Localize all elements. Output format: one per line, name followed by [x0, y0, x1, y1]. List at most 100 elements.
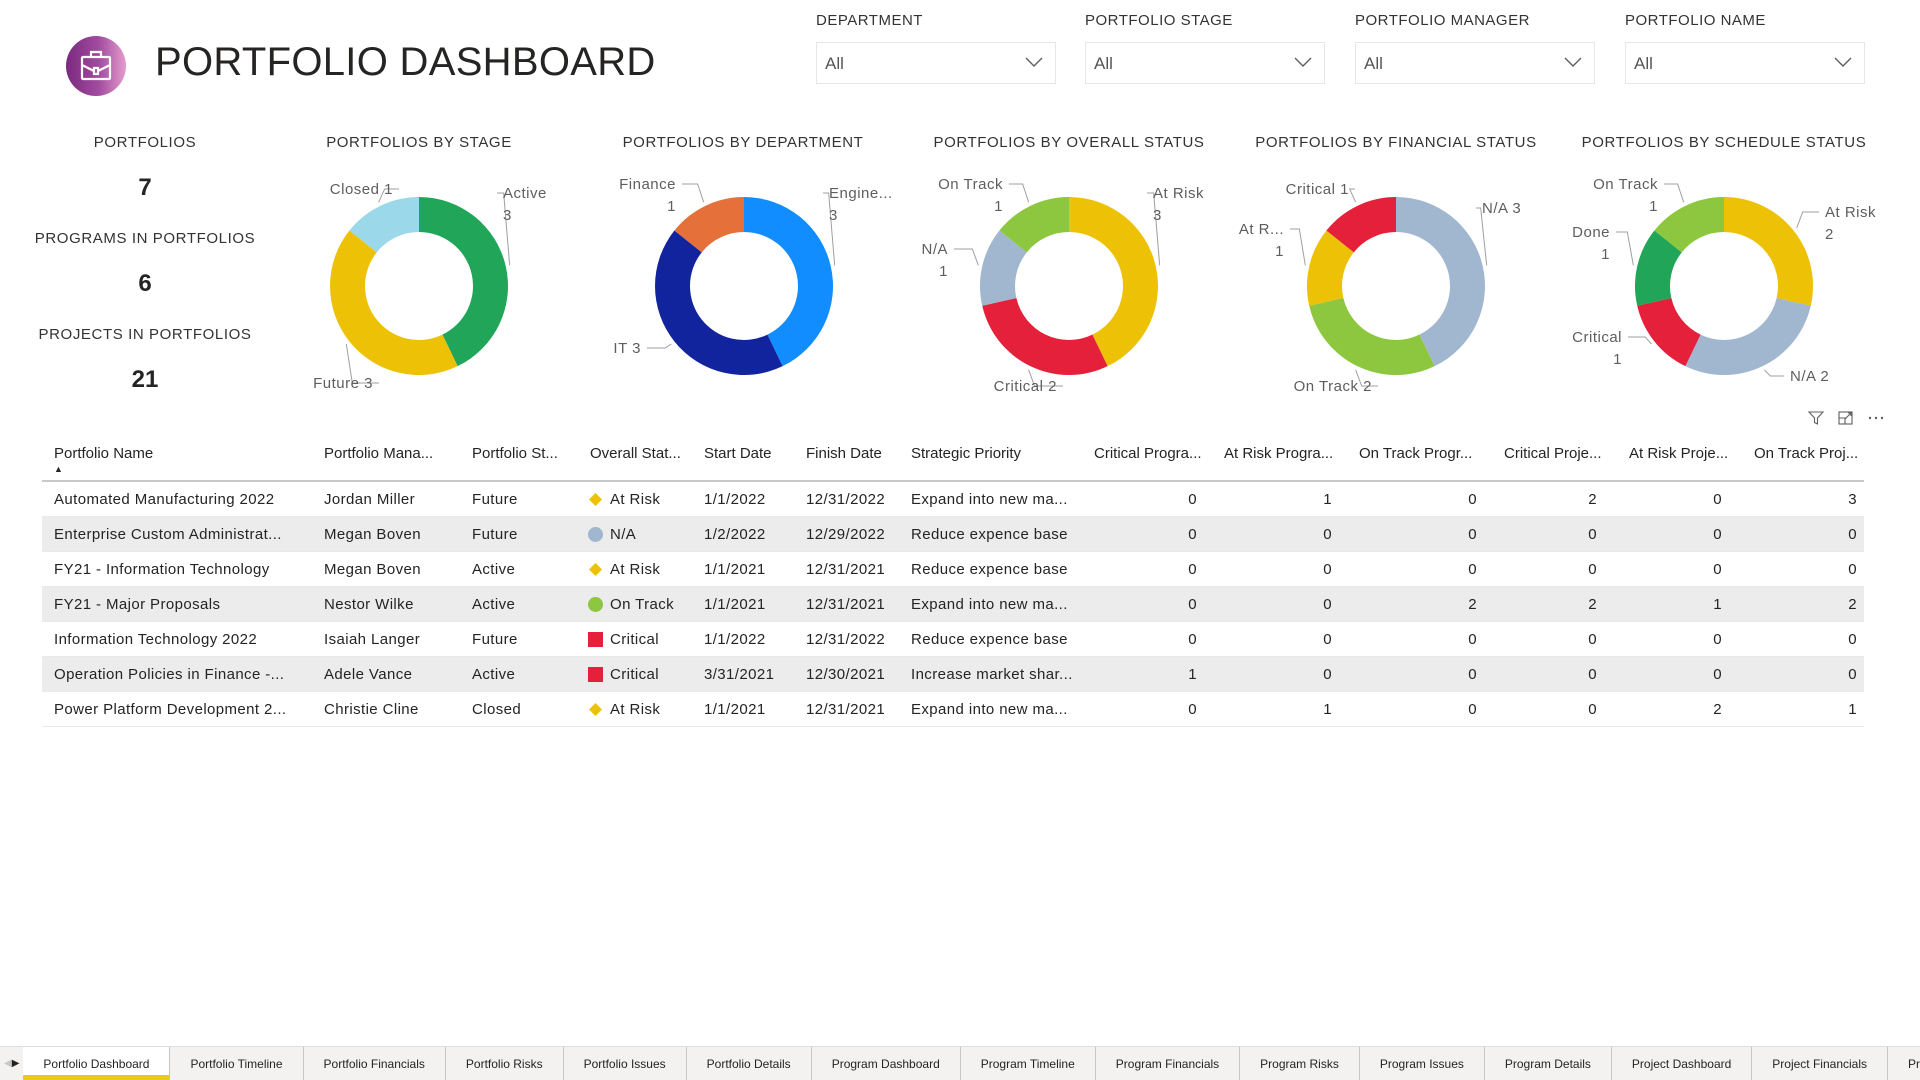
tab-portfolio-dashboard[interactable]: Portfolio Dashboard [23, 1047, 171, 1080]
cell-count: 0 [1323, 666, 1332, 683]
cell-name: Automated Manufacturing 2022 [54, 491, 275, 508]
table-row[interactable]: Power Platform Development 2... Christie … [42, 692, 1864, 727]
cell-count: 0 [1323, 526, 1332, 543]
cell-manager: Jordan Miller [324, 491, 416, 508]
column-header[interactable]: Portfolio St... [472, 445, 558, 462]
portfolio-name-dropdown[interactable]: All [1625, 42, 1865, 84]
cell-count: 0 [1468, 631, 1477, 648]
leader-line [682, 183, 705, 203]
table-row[interactable]: Automated Manufacturing 2022 Jordan Mille… [42, 482, 1864, 517]
cell-count: 0 [1323, 596, 1332, 613]
cell-status: Critical [610, 666, 660, 683]
tab-portfolio-financials[interactable]: Portfolio Financials [304, 1047, 446, 1080]
cell-name: Power Platform Development 2... [54, 701, 287, 718]
data-label: Engine... [829, 185, 893, 202]
column-header[interactable]: Overall Stat... [590, 445, 681, 462]
data-label: Critical 1 [1286, 181, 1349, 198]
data-label: N/A 2 [1790, 368, 1829, 385]
leader-line [1763, 369, 1784, 377]
cell-count: 0 [1188, 701, 1197, 718]
donut-slice-future[interactable] [329, 230, 458, 376]
tab-project-dashboard[interactable]: Project Dashboard [1612, 1047, 1753, 1080]
leader-line [1628, 336, 1652, 345]
column-header[interactable]: On Track Progr... [1359, 445, 1472, 462]
chevron-down-icon [1025, 57, 1043, 67]
tab-program-risks[interactable]: Program Risks [1240, 1047, 1360, 1080]
table-row[interactable]: FY21 - Major Proposals Nestor Wilke Active… [42, 587, 1864, 622]
leader-line [647, 343, 672, 349]
status-circle-icon [588, 527, 603, 542]
tab-portfolio-timeline[interactable]: Portfolio Timeline [170, 1047, 304, 1080]
cell-name: FY21 - Major Proposals [54, 596, 221, 613]
cell-stage: Future [472, 491, 518, 508]
sort-ascending-icon[interactable]: ▲ [54, 464, 63, 474]
cell-start: 3/31/2021 [704, 666, 775, 683]
tab-project-financials[interactable]: Project Financials [1752, 1047, 1889, 1080]
data-label: N/A [921, 241, 948, 258]
column-header[interactable]: Portfolio Mana... [324, 445, 433, 462]
tab-prev-icon[interactable]: ◀ [4, 1058, 12, 1069]
filter-icon[interactable] [1806, 408, 1826, 428]
column-header[interactable]: At Risk Proje... [1629, 445, 1728, 462]
portfolio-manager-dropdown[interactable]: All [1355, 42, 1595, 84]
tab-portfolio-details[interactable]: Portfolio Details [687, 1047, 812, 1080]
data-label: Finance [619, 176, 676, 193]
tab-program-financials[interactable]: Program Financials [1096, 1047, 1241, 1080]
column-header[interactable]: Start Date [704, 445, 772, 462]
donut-slice-n-a[interactable] [1685, 298, 1811, 375]
more-options-icon[interactable] [1866, 408, 1886, 428]
cell-manager: Nestor Wilke [324, 596, 414, 613]
department-dropdown[interactable]: All [816, 42, 1056, 84]
tab-program-dashboard[interactable]: Program Dashboard [812, 1047, 961, 1080]
cell-count: 2 [1588, 491, 1597, 508]
cell-priority: Reduce expence base [911, 526, 1068, 543]
portfolio-stage-dropdown[interactable]: All [1085, 42, 1325, 84]
data-label: 3 [829, 207, 838, 224]
cell-count: 1 [1323, 491, 1332, 508]
table-row[interactable]: Enterprise Custom Administrat... Megan Bo… [42, 517, 1864, 552]
focus-mode-icon[interactable] [1836, 408, 1856, 428]
donut-slice-on-track[interactable] [1309, 298, 1435, 375]
cell-count: 0 [1713, 526, 1722, 543]
column-header[interactable]: At Risk Progra... [1224, 445, 1333, 462]
table-row[interactable]: FY21 - Information Technology Megan Boven… [42, 552, 1864, 587]
table-row[interactable]: Operation Policies in Finance -... Adele … [42, 657, 1864, 692]
column-header[interactable]: Finish Date [806, 445, 882, 462]
tab-next-icon[interactable]: ▶ [12, 1058, 20, 1069]
donut-slice-it[interactable] [655, 230, 783, 375]
column-header[interactable]: Critical Proje... [1504, 445, 1602, 462]
tab-portfolio-risks[interactable]: Portfolio Risks [446, 1047, 564, 1080]
cell-manager: Adele Vance [324, 666, 413, 683]
slicer-label: DEPARTMENT [816, 12, 923, 29]
cell-name: Operation Policies in Finance -... [54, 666, 285, 683]
tab-program-details[interactable]: Program Details [1485, 1047, 1612, 1080]
leader-line [1348, 188, 1357, 203]
table-body: Automated Manufacturing 2022 Jordan Mille… [42, 482, 1864, 727]
data-label: At Risk [1825, 204, 1876, 221]
tab-program-timeline[interactable]: Program Timeline [961, 1047, 1096, 1080]
cell-count: 0 [1588, 561, 1597, 578]
cell-count: 0 [1588, 666, 1597, 683]
cell-status: At Risk [610, 701, 661, 718]
donut-slice-critical[interactable] [982, 298, 1108, 375]
column-header[interactable]: Critical Progra... [1094, 445, 1202, 462]
table-row[interactable]: Information Technology 2022 Isaiah Langer… [42, 622, 1864, 657]
tab-portfolio-issues[interactable]: Portfolio Issues [564, 1047, 687, 1080]
cell-count: 0 [1848, 666, 1857, 683]
data-label: 2 [1825, 226, 1834, 243]
portfolio-table: ▲ Portfolio Name Portfolio Mana... Portfol… [42, 436, 1864, 727]
column-header[interactable]: On Track Proj... [1754, 445, 1858, 462]
tab-pro[interactable]: Pro [1888, 1047, 1920, 1080]
column-header[interactable]: Portfolio Name [54, 445, 153, 462]
column-header[interactable]: Strategic Priority [911, 445, 1021, 462]
cell-count: 1 [1188, 666, 1197, 683]
tab-program-issues[interactable]: Program Issues [1360, 1047, 1485, 1080]
cell-start: 1/1/2022 [704, 631, 766, 648]
cell-count: 1 [1848, 701, 1857, 718]
slicer-label: PORTFOLIO NAME [1625, 12, 1766, 29]
cell-priority: Reduce expence base [911, 561, 1068, 578]
cell-count: 0 [1713, 491, 1722, 508]
donut-slice-at-risk[interactable] [1724, 197, 1813, 306]
slicer-value: All [1634, 54, 1653, 73]
data-label: 1 [667, 198, 676, 215]
